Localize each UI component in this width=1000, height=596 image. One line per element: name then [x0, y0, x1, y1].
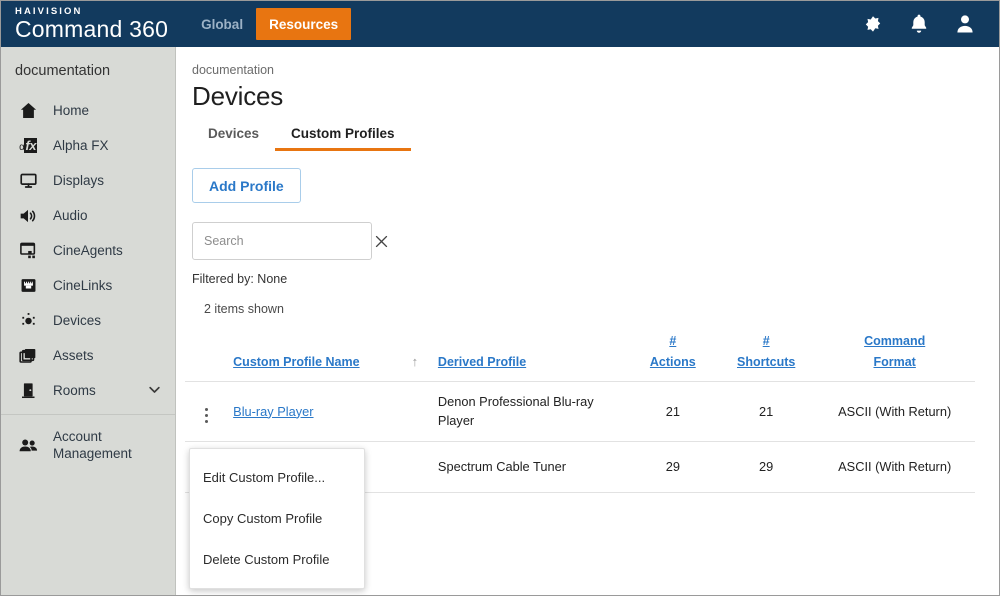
column-header-custom-profile-name[interactable]: Custom Profile Name [227, 327, 398, 382]
sidebar-item-label-rooms: Rooms [53, 383, 147, 399]
cell-sort-spacer [398, 382, 432, 442]
cell-command-format: ASCII (With Return) [814, 382, 975, 442]
sidebar-item-label-account-management: Account Management [53, 428, 175, 463]
cell-num-shortcuts: 21 [718, 382, 814, 442]
search-box [192, 222, 372, 260]
cineagents-window-icon [15, 240, 41, 262]
brand-title: Command 360 [15, 18, 168, 41]
column-header-derived-profile[interactable]: Derived Profile [432, 327, 628, 382]
sidebar-item-rooms[interactable]: Rooms [1, 373, 175, 408]
column-header-num-shortcuts[interactable]: # Shortcuts [718, 327, 814, 382]
chevron-down-icon[interactable] [147, 382, 167, 400]
cell-derived-profile: Spectrum Cable Tuner [432, 442, 628, 493]
tab-bar: Devices Custom Profiles [177, 112, 999, 151]
tab-custom-profiles[interactable]: Custom Profiles [275, 122, 411, 151]
cinelinks-ethernet-icon [15, 275, 41, 297]
sidebar-item-cinelinks[interactable]: CineLinks [1, 268, 175, 303]
assets-layers-icon [15, 345, 41, 367]
home-icon [15, 100, 41, 122]
row-menu-button[interactable] [185, 382, 227, 442]
top-nav-items: Global Resources [188, 1, 351, 47]
add-profile-button[interactable]: Add Profile [192, 168, 301, 203]
sidebar-divider [1, 414, 175, 415]
table-header-row: Custom Profile Name ↑ Derived Profile # … [185, 327, 975, 382]
cell-command-format: ASCII (With Return) [814, 442, 975, 493]
sidebar-item-label-home: Home [53, 103, 175, 119]
sidebar-item-label-audio: Audio [53, 208, 175, 224]
sidebar-title: documentation [1, 47, 175, 93]
breadcrumb: documentation [177, 47, 999, 77]
sidebar-item-devices[interactable]: Devices [1, 303, 175, 338]
top-navigation-bar: HAIVISION Command 360 Global Resources [1, 1, 999, 47]
sidebar-item-alpha-fx[interactable]: αfx Alpha FX [1, 128, 175, 163]
alpha-fx-icon: αfx [15, 135, 41, 157]
header-kebab-spacer [185, 327, 227, 382]
main-content: documentation Devices Devices Custom Pro… [177, 47, 999, 596]
brand-subtitle: HAIVISION [15, 7, 168, 17]
context-menu-item-edit-custom-profile[interactable]: Edit Custom Profile... [190, 457, 364, 498]
sidebar: documentation Home αfx Alpha FX Displays [1, 47, 176, 596]
sidebar-item-label-cinelinks: CineLinks [53, 278, 175, 294]
cell-num-shortcuts: 29 [718, 442, 814, 493]
cell-num-actions: 21 [628, 382, 718, 442]
filtered-by-label: Filtered by: None [192, 272, 999, 286]
cell-sort-spacer [398, 442, 432, 493]
sidebar-item-label-devices: Devices [53, 313, 175, 329]
top-icon-group [861, 12, 999, 36]
close-x-icon[interactable] [373, 223, 390, 259]
speaker-audio-icon [15, 205, 41, 227]
cell-custom-profile-name[interactable]: Blu-ray Player [227, 382, 398, 442]
sidebar-item-displays[interactable]: Displays [1, 163, 175, 198]
search-input[interactable] [193, 234, 373, 248]
cell-derived-profile: Denon Professional Blu-ray Player [432, 382, 628, 442]
sidebar-item-label-cineagents: CineAgents [53, 243, 175, 259]
sidebar-item-label-displays: Displays [53, 173, 175, 189]
sidebar-item-label-assets: Assets [53, 348, 175, 364]
application-window: HAIVISION Command 360 Global Resources [0, 0, 1000, 596]
devices-hub-icon [15, 310, 41, 332]
row-context-menu: Edit Custom Profile... Copy Custom Profi… [189, 448, 365, 589]
sidebar-item-label-alpha-fx: Alpha FX [53, 138, 175, 154]
context-menu-item-copy-custom-profile[interactable]: Copy Custom Profile [190, 498, 364, 539]
sidebar-item-assets[interactable]: Assets [1, 338, 175, 373]
sidebar-item-home[interactable]: Home [1, 93, 175, 128]
user-account-icon[interactable] [953, 12, 977, 36]
table-row: Blu-ray Player Denon Professional Blu-ra… [185, 382, 975, 442]
notifications-bell-icon[interactable] [907, 12, 931, 36]
tab-devices[interactable]: Devices [192, 122, 275, 151]
sort-ascending-icon[interactable]: ↑ [398, 327, 432, 382]
theme-toggle-icon[interactable] [861, 12, 885, 36]
kebab-menu-icon[interactable] [202, 405, 211, 426]
page-title: Devices [177, 77, 999, 112]
context-menu-item-delete-custom-profile[interactable]: Delete Custom Profile [190, 539, 364, 580]
account-management-users-icon [15, 434, 41, 456]
sidebar-item-account-management[interactable]: Account Management [1, 421, 175, 469]
sidebar-item-cineagents[interactable]: CineAgents [1, 233, 175, 268]
rooms-door-icon [15, 380, 41, 402]
topnav-item-global[interactable]: Global [188, 8, 256, 40]
column-header-num-actions[interactable]: # Actions [628, 327, 718, 382]
sidebar-item-audio[interactable]: Audio [1, 198, 175, 233]
column-header-command-format[interactable]: Command Format [814, 327, 975, 382]
topnav-item-resources[interactable]: Resources [256, 8, 351, 40]
display-monitor-icon [15, 170, 41, 192]
cell-num-actions: 29 [628, 442, 718, 493]
items-shown-label: 2 items shown [204, 302, 999, 316]
brand-logo[interactable]: HAIVISION Command 360 [1, 7, 168, 42]
